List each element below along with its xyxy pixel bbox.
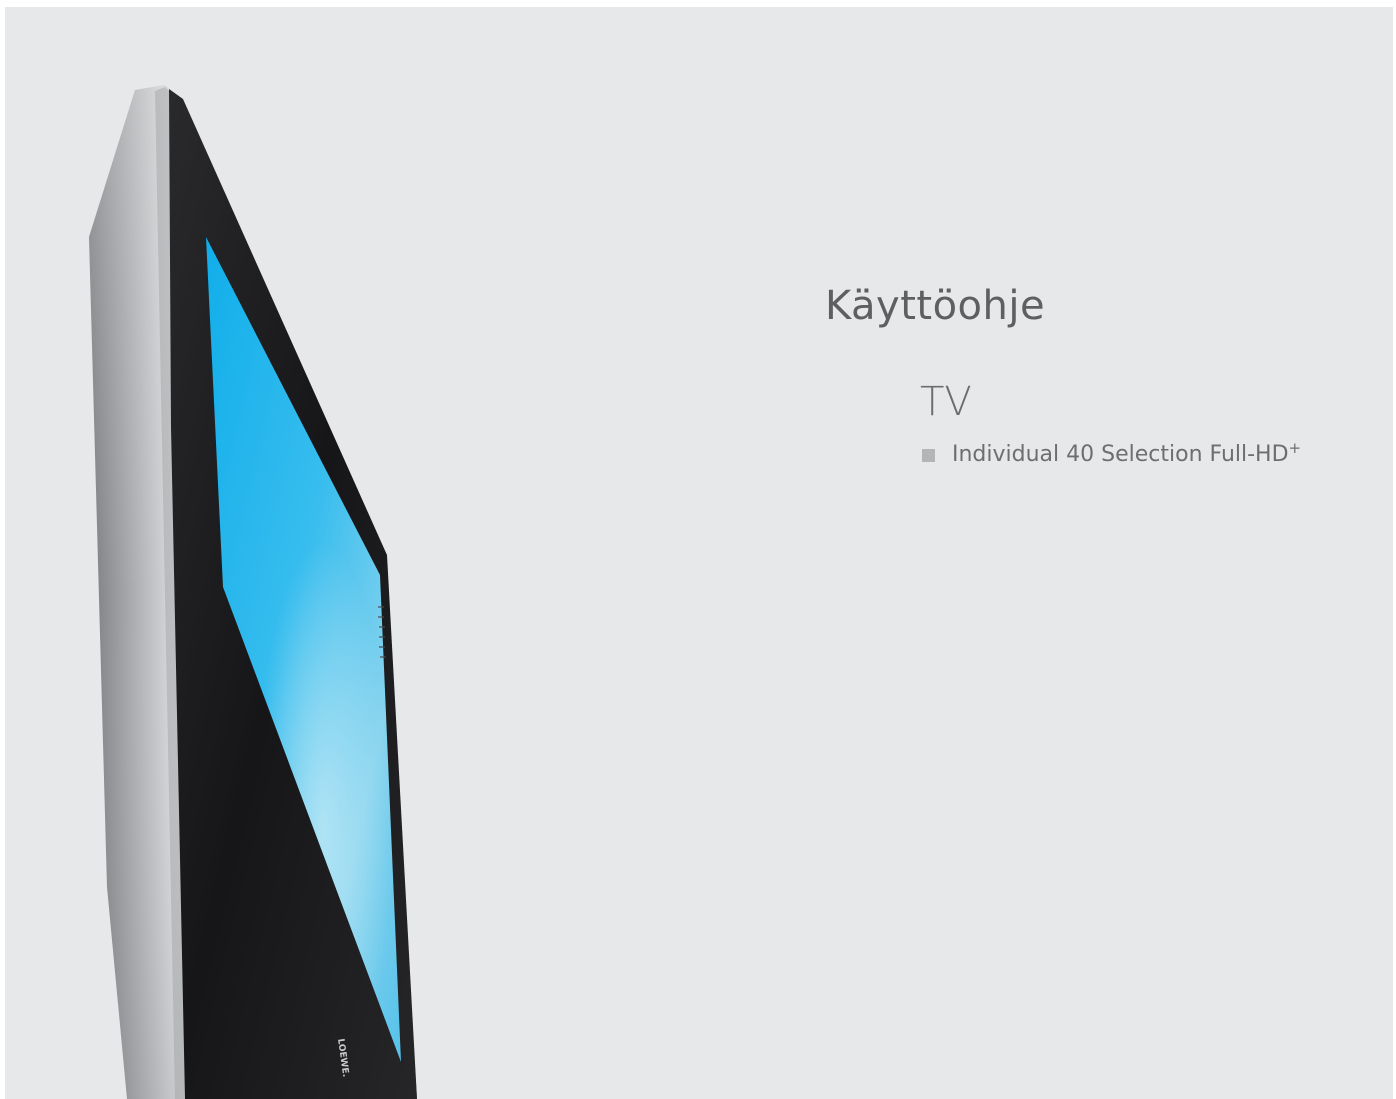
model-line: Individual 40 Selection Full-HD +: [922, 439, 1301, 469]
flat-screen-tv-icon: LOEWE.: [89, 85, 417, 1099]
model-superscript: +: [1288, 439, 1302, 457]
product-category: TV: [920, 379, 972, 425]
manual-title: Käyttöohje: [825, 283, 1046, 329]
model-name: Individual 40 Selection Full-HD: [952, 441, 1289, 467]
manual-cover: LOEWE. Käyttöohje TV Individual 40 Selec…: [5, 7, 1393, 1099]
square-bullet-icon: [922, 449, 935, 462]
